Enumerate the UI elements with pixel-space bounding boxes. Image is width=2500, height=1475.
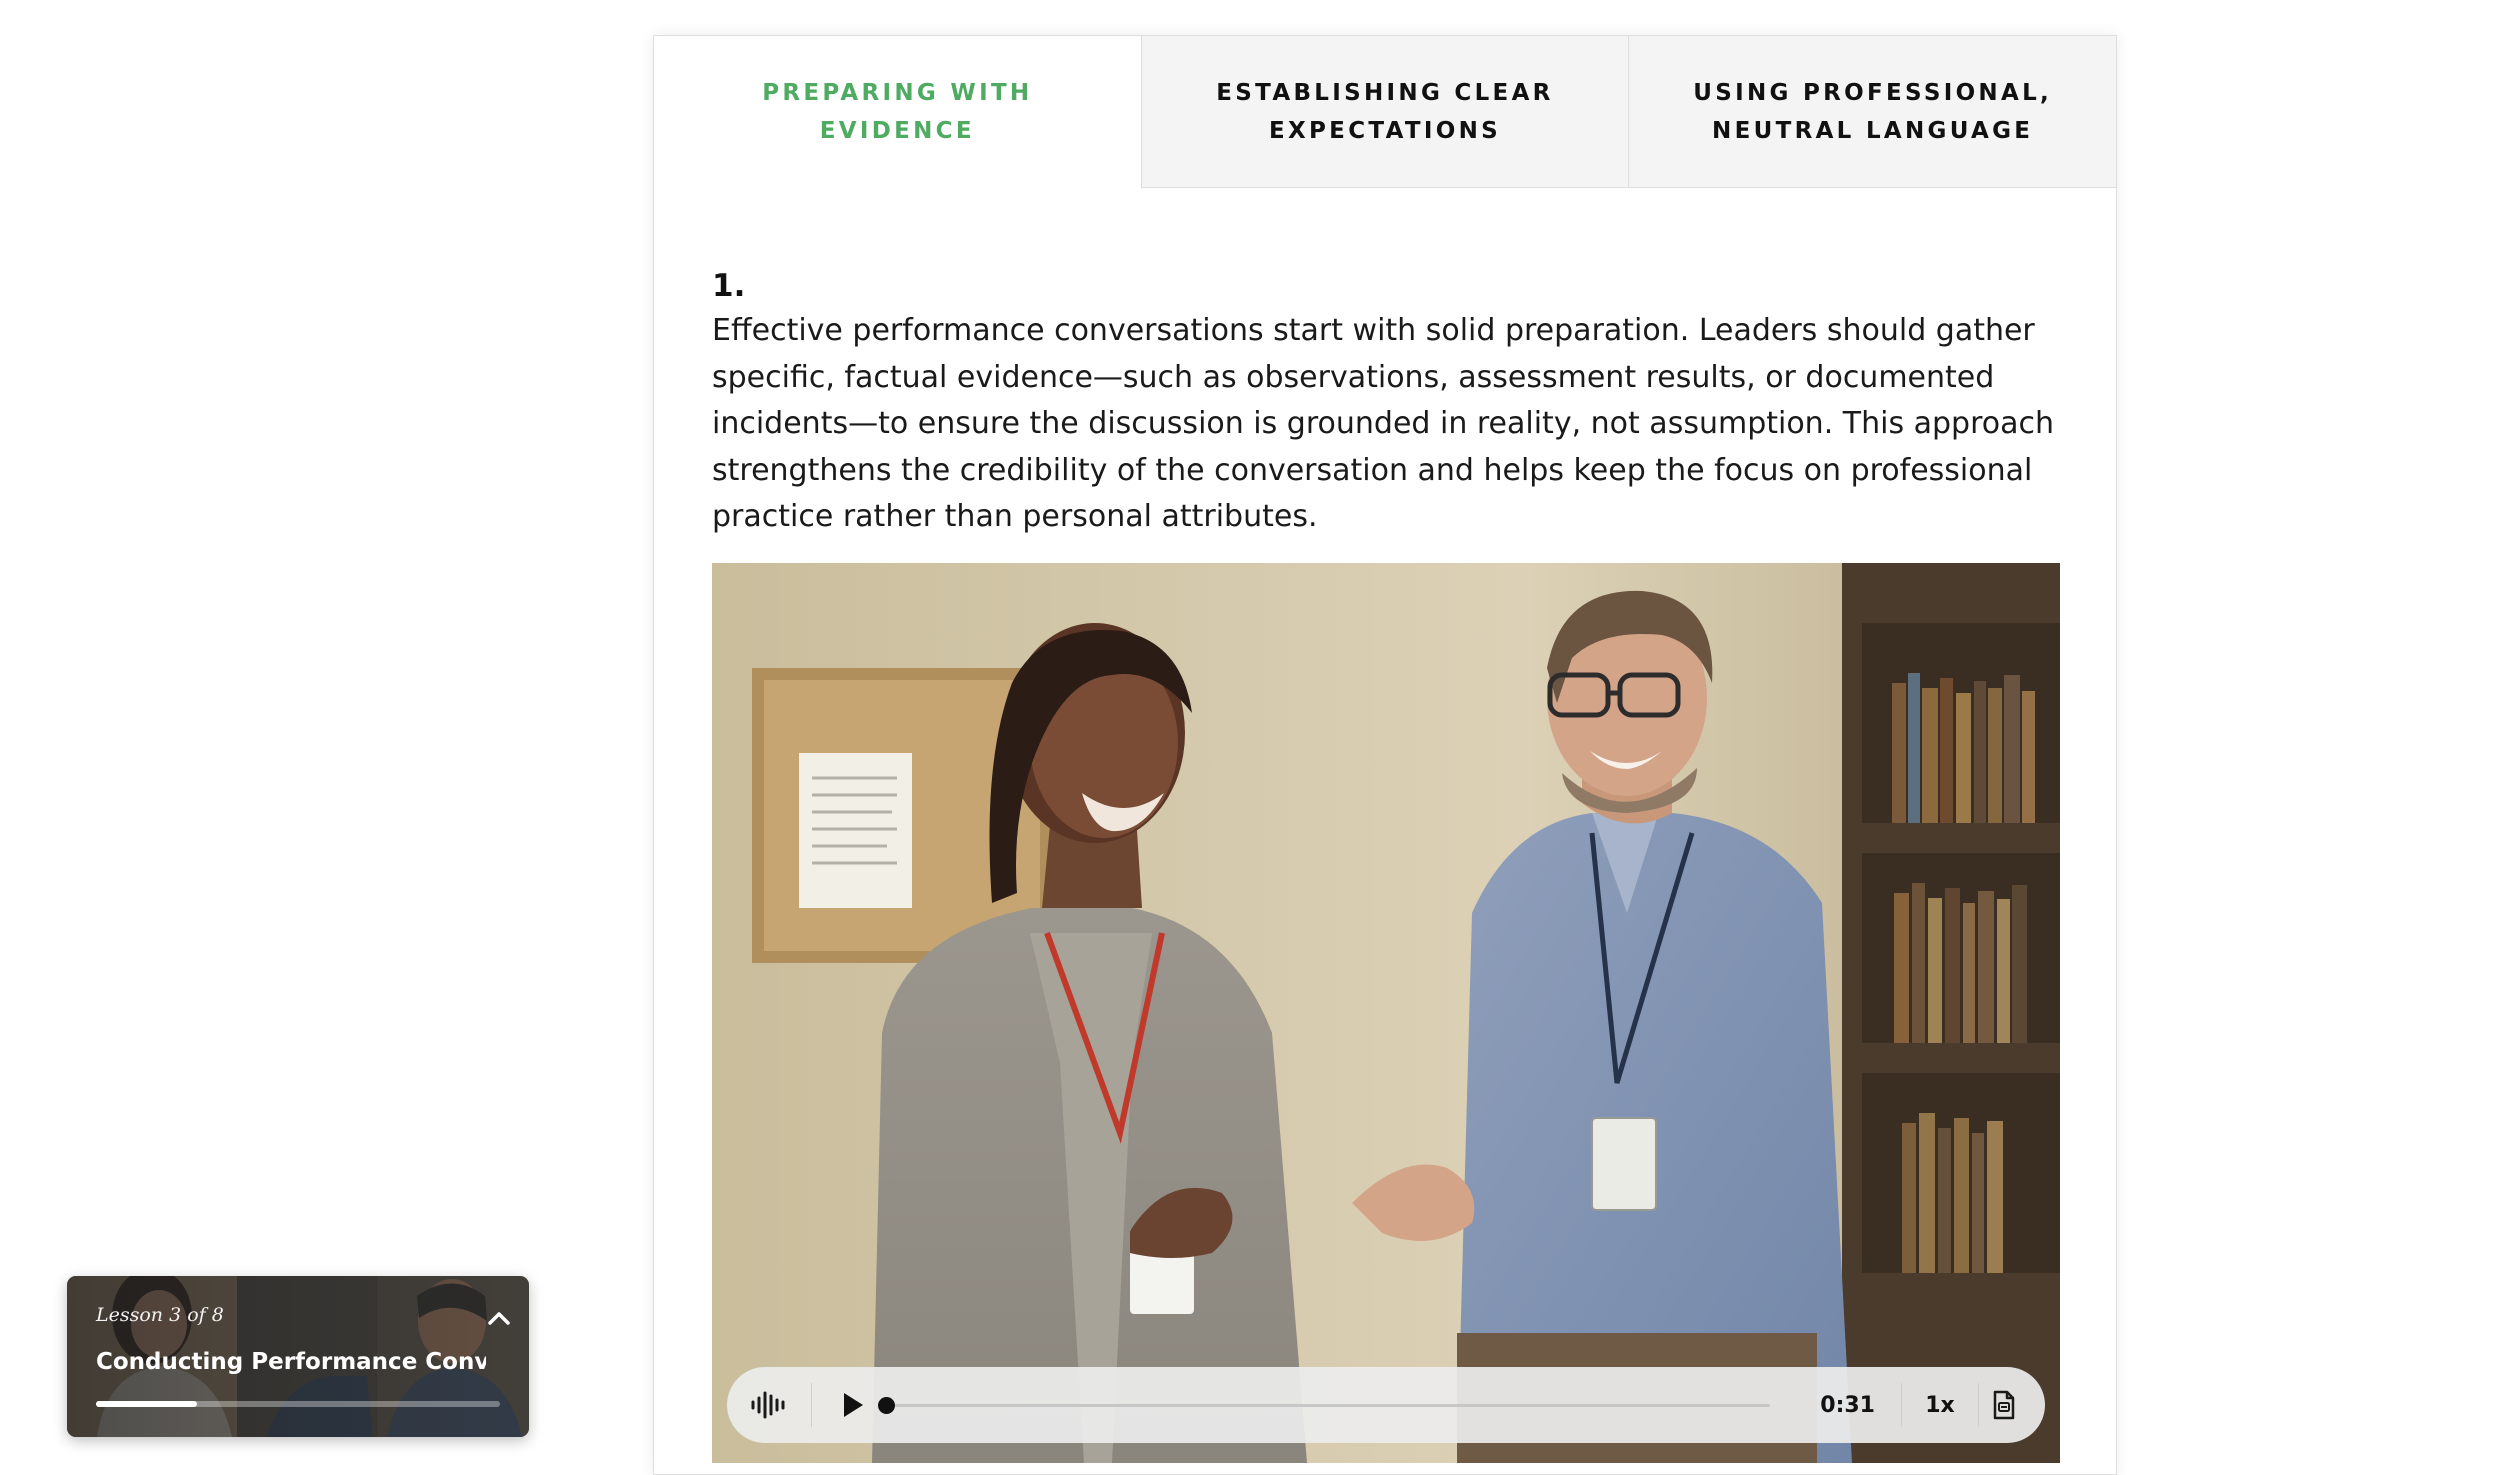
tab-bar: PREPARING WITH EVIDENCE ESTABLISHING CLE…: [654, 36, 2117, 188]
step-number: 1.: [712, 268, 746, 304]
tab-using-professional-neutral-language[interactable]: USING PROFESSIONAL, NEUTRAL LANGUAGE: [1628, 36, 2117, 188]
lesson-progress-bar: [96, 1401, 500, 1407]
lesson-progress-fill: [96, 1401, 197, 1407]
seek-track: [886, 1404, 1771, 1407]
tab-panel: 1. Effective performance conversations s…: [712, 264, 2062, 541]
seek-bar[interactable]: [878, 1367, 1771, 1443]
lesson-progress-widget[interactable]: Lesson 3 of 8 Conducting Performance Con…: [67, 1276, 529, 1437]
playback-speed-button[interactable]: 1x: [1902, 1393, 1978, 1418]
content-card: PREPARING WITH EVIDENCE ESTABLISHING CLE…: [653, 35, 2117, 1475]
seek-handle[interactable]: [878, 1397, 895, 1414]
divider: [811, 1383, 812, 1427]
video-frame[interactable]: 0:31 1x: [712, 563, 2060, 1463]
tab-label: ESTABLISHING CLEAR EXPECTATIONS: [1216, 79, 1554, 144]
lesson-title: Conducting Performance Convers...: [96, 1349, 486, 1375]
play-icon[interactable]: [830, 1367, 876, 1443]
time-display: 0:31: [1820, 1392, 1875, 1418]
body-paragraph: Effective performance conversations star…: [712, 313, 2055, 534]
tab-preparing-with-evidence[interactable]: PREPARING WITH EVIDENCE: [654, 36, 1142, 188]
waveform-icon[interactable]: [745, 1367, 793, 1443]
transcript-icon[interactable]: [1979, 1367, 2029, 1443]
lesson-count: Lesson 3 of 8: [96, 1304, 224, 1326]
tab-label: PREPARING WITH EVIDENCE: [762, 80, 1033, 144]
video-still-image: [712, 563, 2060, 1463]
tab-label: USING PROFESSIONAL, NEUTRAL LANGUAGE: [1693, 79, 2053, 144]
tab-establishing-clear-expectations[interactable]: ESTABLISHING CLEAR EXPECTATIONS: [1141, 36, 1629, 188]
chevron-up-icon[interactable]: [484, 1306, 514, 1332]
media-player-bar: 0:31 1x: [727, 1367, 2045, 1443]
